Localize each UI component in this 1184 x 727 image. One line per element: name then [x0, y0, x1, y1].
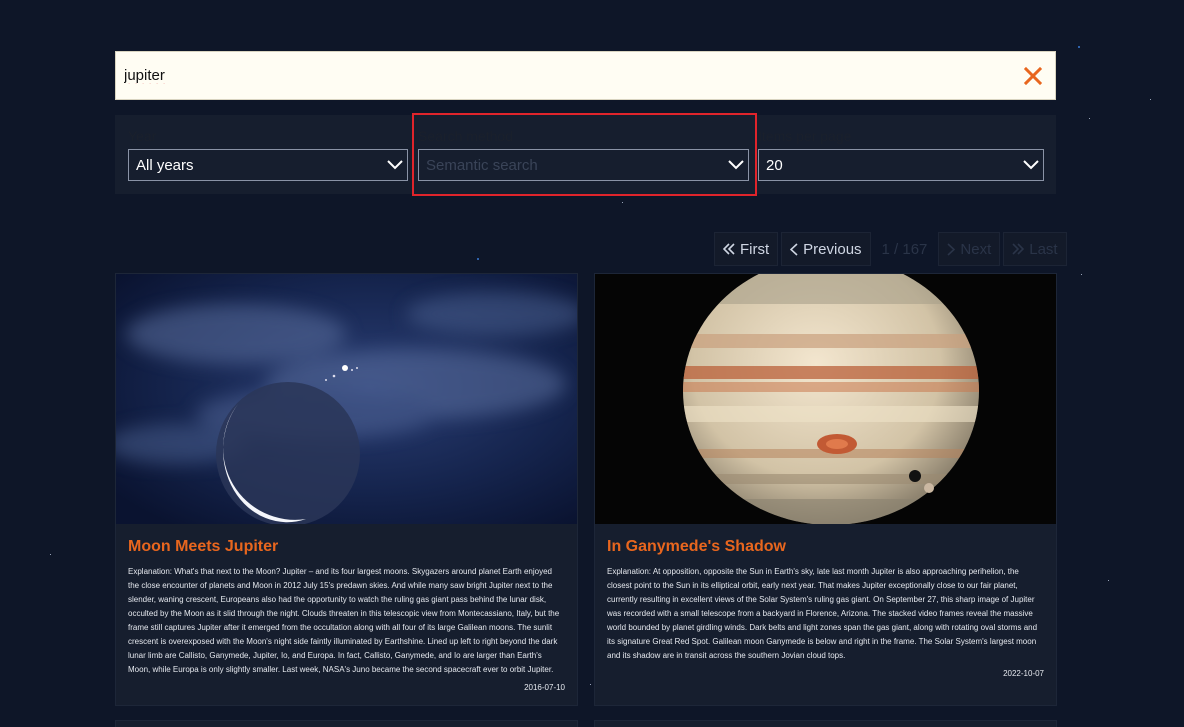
chevron-left-icon	[790, 242, 798, 256]
result-card[interactable]: Moon Meets Jupiter Explanation: What's t…	[115, 273, 578, 706]
previous-page-button[interactable]: Previous	[781, 232, 871, 266]
card-description: Explanation: What's that next to the Moo…	[128, 567, 560, 674]
card-image-moon-jupiter[interactable]	[116, 274, 577, 524]
result-card[interactable]	[594, 720, 1057, 727]
year-label: Year	[128, 128, 157, 144]
next-page-label: Next	[960, 240, 992, 258]
card-description: Explanation: At opposition, opposite the…	[607, 567, 1038, 660]
per-page-select-value: 20	[766, 156, 783, 174]
last-page-button[interactable]: Last	[1003, 232, 1067, 266]
search-bar	[115, 51, 1056, 100]
per-page-select[interactable]: 20	[758, 149, 1044, 181]
last-page-label: Last	[1029, 240, 1058, 258]
previous-page-label: Previous	[803, 240, 862, 258]
card-date: 2016-07-10	[524, 683, 565, 692]
page-indicator: 1 / 167	[881, 240, 928, 258]
method-label: Search method	[418, 128, 513, 144]
card-title[interactable]: In Ganymede's Shadow	[607, 538, 1044, 556]
double-chevron-right-icon	[1012, 243, 1025, 255]
result-card[interactable]	[115, 720, 578, 727]
first-page-label: First	[740, 240, 770, 258]
year-select[interactable]: All years	[128, 149, 408, 181]
filter-panel: Year All years Search method Semantic se…	[115, 115, 1056, 194]
method-select-value: Semantic search	[426, 156, 538, 174]
chevron-down-icon	[724, 160, 748, 170]
search-input[interactable]	[124, 67, 1011, 84]
next-page-button[interactable]: Next	[938, 232, 1001, 266]
card-date: 2022-10-07	[1003, 669, 1044, 678]
year-select-value: All years	[136, 156, 194, 174]
card-image-ganymede-shadow[interactable]	[595, 274, 1056, 524]
close-icon	[1024, 66, 1042, 85]
pagination: First Previous 1 / 167 Next Last	[714, 232, 1067, 266]
first-page-button[interactable]: First	[714, 232, 779, 266]
per-page-label: Items per page	[758, 128, 852, 144]
chevron-down-icon	[1019, 160, 1043, 170]
double-chevron-left-icon	[723, 243, 735, 255]
result-card[interactable]: In Ganymede's Shadow Explanation: At opp…	[594, 273, 1057, 706]
chevron-down-icon	[383, 160, 407, 170]
card-title[interactable]: Moon Meets Jupiter	[128, 538, 565, 556]
chevron-right-icon	[947, 242, 956, 256]
clear-search-button[interactable]	[1011, 54, 1055, 98]
method-select[interactable]: Semantic search	[418, 149, 749, 181]
